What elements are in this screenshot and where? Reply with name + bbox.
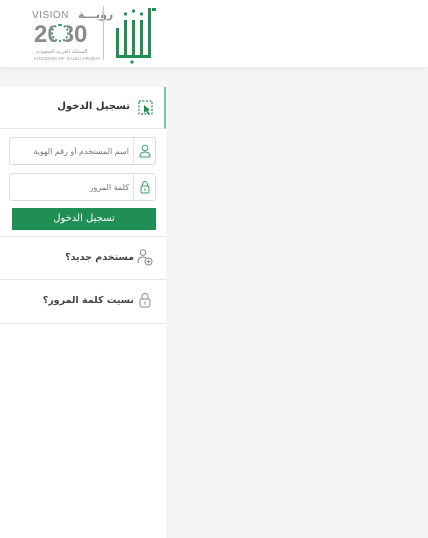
vision-2030-logo: VISION رؤيـــة 2030 المملكة العربية السع… [32,8,113,62]
logo-divider [103,6,104,60]
login-cursor-icon [138,100,153,115]
forgot-password-label: نسيت كلمة المرور؟ [42,295,134,306]
divider [0,323,166,324]
username-icon-box [133,138,155,164]
login-panel: تسجيل الدخول تسجيل الدخول مستخدم جديد؟ [0,87,166,538]
lock-icon [139,293,151,308]
vision-subtitle-en: KINGDOM OF SAUDI ARABIA [34,56,101,61]
header: VISION رؤيـــة 2030 المملكة العربية السع… [0,0,428,67]
password-icon-box [133,174,155,200]
username-input[interactable] [12,140,132,162]
password-input[interactable] [12,176,132,198]
vision-emblem-icon [51,24,69,42]
vision-subtitle-ar: المملكة العربية السعودية [36,49,88,55]
login-panel-header: تسجيل الدخول [0,87,166,129]
forgot-password-link[interactable]: نسيت كلمة المرور؟ [0,280,166,322]
page-title: تسجيل الدخول [57,101,130,112]
lock-icon [140,181,150,194]
login-button[interactable]: تسجيل الدخول [12,208,156,230]
vision-arabic-wordmark: رؤيـــة [78,8,114,21]
absher-logo [116,8,156,64]
add-user-icon [137,249,153,266]
vision-wordmark: VISION [32,10,69,21]
username-field [9,137,156,165]
user-icon [139,144,151,158]
new-user-label: مستخدم جديد؟ [65,252,134,263]
new-user-link[interactable]: مستخدم جديد؟ [0,237,166,279]
password-field [9,173,156,201]
